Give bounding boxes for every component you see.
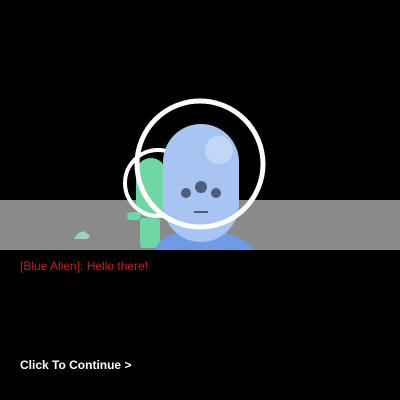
blue-alien-eye-center (195, 181, 207, 193)
blue-alien-mouth (194, 211, 208, 213)
green-alien-arm (127, 212, 141, 220)
blue-alien-eye-left (181, 188, 191, 198)
scene-view (0, 98, 400, 250)
game-stage[interactable]: [Blue Alien]: Hello there! Click To Cont… (0, 0, 400, 400)
green-alien-body (140, 218, 160, 248)
blue-alien-eye-right (211, 188, 221, 198)
continue-button[interactable]: Click To Continue > (20, 358, 131, 372)
blue-alien-highlight (205, 136, 233, 164)
dialogue-text: [Blue Alien]: Hello there! (20, 259, 149, 273)
